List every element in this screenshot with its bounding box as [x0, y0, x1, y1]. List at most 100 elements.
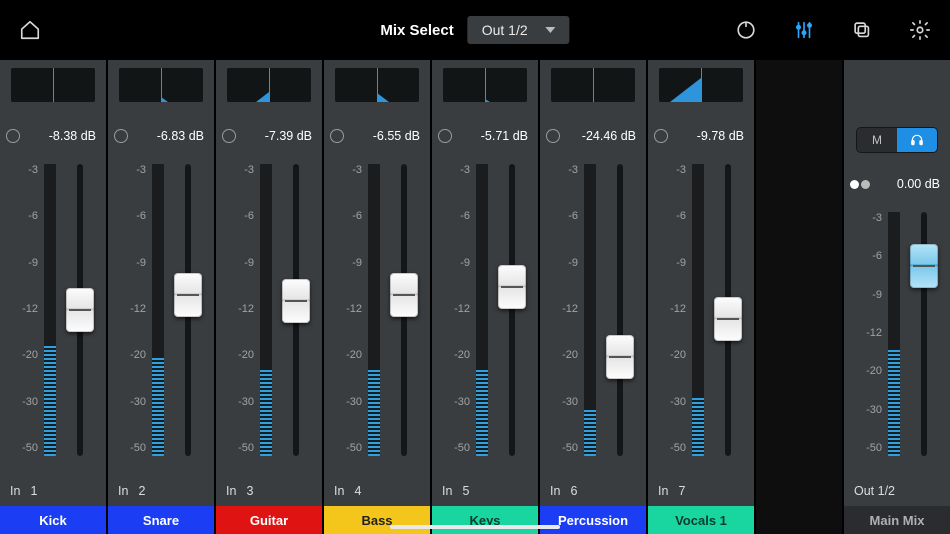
input-label: In6: [540, 476, 646, 506]
scale-tick: -6: [224, 210, 254, 222]
scale-tick: -3: [548, 164, 578, 176]
scale-tick: -6: [440, 210, 470, 222]
scale-tick: -20: [440, 349, 470, 361]
fader-cap[interactable]: [606, 335, 634, 379]
solo-indicator[interactable]: [114, 129, 128, 143]
channel-name[interactable]: Guitar: [216, 506, 322, 534]
fader-cap[interactable]: [714, 297, 742, 341]
solo-indicator[interactable]: [546, 129, 560, 143]
fader[interactable]: [62, 164, 98, 456]
copy-icon[interactable]: [848, 16, 876, 44]
gain-readout: -8.38 dB: [49, 129, 96, 143]
scale-tick: -9: [440, 257, 470, 269]
channel-name[interactable]: Kick: [0, 506, 106, 534]
scale-tick: -20: [116, 349, 146, 361]
pan-control[interactable]: [335, 68, 419, 102]
scale-tick: -12: [116, 303, 146, 315]
scale-tick: -30: [656, 396, 686, 408]
scale-tick: -30: [224, 396, 254, 408]
mix-select-value: Out 1/2: [482, 22, 528, 38]
scale-tick: -50: [440, 442, 470, 454]
scale-tick: -9: [116, 257, 146, 269]
output-name[interactable]: Main Mix: [844, 506, 950, 534]
pan-control[interactable]: [11, 68, 95, 102]
scale-tick: -9: [852, 289, 882, 301]
fader-cap[interactable]: [174, 273, 202, 317]
level-meter: [888, 206, 900, 474]
mute-button[interactable]: M: [857, 128, 897, 152]
input-label: In2: [108, 476, 214, 506]
channel-name[interactable]: Bass: [324, 506, 430, 534]
scale-tick: -30: [440, 396, 470, 408]
scale-tick: -50: [8, 442, 38, 454]
scale-tick: -3: [852, 212, 882, 224]
stereo-link-indicator[interactable]: [850, 180, 870, 189]
scale-tick: -12: [656, 303, 686, 315]
pan-control[interactable]: [443, 68, 527, 102]
level-meter: [368, 158, 380, 474]
knob-icon[interactable]: [732, 16, 760, 44]
scale-tick: -3: [116, 164, 146, 176]
solo-indicator[interactable]: [330, 129, 344, 143]
channel-strip: -8.38 dB-3-6-9-12-20-30-50In1Kick: [0, 60, 106, 534]
scale-tick: -6: [548, 210, 578, 222]
level-meter: [260, 158, 272, 474]
channel-strip: -6.83 dB-3-6-9-12-20-30-50In2Snare: [108, 60, 214, 534]
scale-tick: -6: [656, 210, 686, 222]
scale-tick: -30: [332, 396, 362, 408]
channel-name[interactable]: Percussion: [540, 506, 646, 534]
fader[interactable]: [386, 164, 422, 456]
scale-tick: -20: [8, 349, 38, 361]
scale-tick: -6: [852, 250, 882, 262]
channel-name[interactable]: Snare: [108, 506, 214, 534]
solo-indicator[interactable]: [654, 129, 668, 143]
channel-strip: -5.71 dB-3-6-9-12-20-30-50In5Keys: [432, 60, 538, 534]
scale-tick: -9: [224, 257, 254, 269]
scale-tick: -30: [8, 396, 38, 408]
monitor-button[interactable]: [897, 128, 937, 152]
channel-name[interactable]: Vocals 1: [648, 506, 754, 534]
gain-readout: -6.83 dB: [157, 129, 204, 143]
scale-tick: -20: [332, 349, 362, 361]
scale-tick: -50: [852, 442, 882, 454]
fader[interactable]: [494, 164, 530, 456]
level-meter: [476, 158, 488, 474]
fader-cap[interactable]: [498, 265, 526, 309]
channel-strip: -9.78 dB-3-6-9-12-20-30-50In7Vocals 1: [648, 60, 754, 534]
fader-cap[interactable]: [390, 273, 418, 317]
gear-icon[interactable]: [906, 16, 934, 44]
gain-readout: -24.46 dB: [582, 129, 636, 143]
fader[interactable]: [170, 164, 206, 456]
fader[interactable]: [710, 164, 746, 456]
fader[interactable]: [278, 164, 314, 456]
fader-cap[interactable]: [282, 279, 310, 323]
solo-indicator[interactable]: [6, 129, 20, 143]
pan-control[interactable]: [119, 68, 203, 102]
input-label: In5: [432, 476, 538, 506]
scale-tick: -12: [440, 303, 470, 315]
scale-tick: -12: [224, 303, 254, 315]
pan-control[interactable]: [659, 68, 743, 102]
pan-control[interactable]: [227, 68, 311, 102]
scale-tick: -50: [332, 442, 362, 454]
mixer-gap: [756, 60, 842, 534]
level-meter: [44, 158, 56, 474]
scale-tick: -50: [116, 442, 146, 454]
solo-indicator[interactable]: [438, 129, 452, 143]
mix-select-dropdown[interactable]: Out 1/2: [468, 16, 570, 44]
mixer-icon[interactable]: [790, 16, 818, 44]
scale-tick: -9: [656, 257, 686, 269]
scale-tick: -9: [332, 257, 362, 269]
fader[interactable]: [602, 164, 638, 456]
gain-readout: -5.71 dB: [481, 129, 528, 143]
pan-control[interactable]: [551, 68, 635, 102]
solo-indicator[interactable]: [222, 129, 236, 143]
fader-cap[interactable]: [66, 288, 94, 332]
channel-name[interactable]: Keys: [432, 506, 538, 534]
scale-tick: -30: [548, 396, 578, 408]
fader[interactable]: [906, 212, 942, 456]
scale-tick: -12: [8, 303, 38, 315]
scale-tick: -20: [656, 349, 686, 361]
home-button[interactable]: [16, 16, 44, 44]
fader-cap[interactable]: [910, 244, 938, 288]
